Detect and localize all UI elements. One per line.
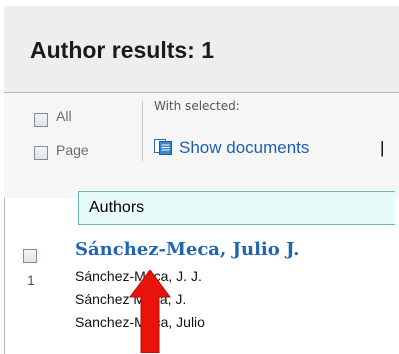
results-panel-content: Author results: 1 All Page With selected…	[4, 6, 399, 353]
select-all-checkbox[interactable]	[34, 113, 48, 127]
with-selected-label: With selected:	[154, 99, 240, 113]
documents-icon[interactable]	[154, 139, 172, 155]
authors-column-header[interactable]: Authors	[78, 191, 395, 225]
result-number: 1	[27, 272, 35, 288]
select-all-label: All	[56, 108, 72, 124]
show-documents-link[interactable]: Show documents	[179, 138, 309, 158]
red-arrow-icon	[129, 270, 171, 353]
page-title: Author results: 1	[30, 37, 215, 63]
toolbar-divider	[142, 101, 143, 161]
select-page-checkbox[interactable]	[34, 146, 48, 160]
toolbar-pipe-separator: |	[380, 138, 385, 157]
author-name-link[interactable]: Sánchez-Meca, Julio J.	[75, 239, 299, 260]
result-checkbox[interactable]	[23, 249, 37, 263]
authors-column-label: Authors	[89, 199, 145, 216]
results-header: Author results: 1	[4, 6, 399, 93]
select-page-label: Page	[56, 142, 89, 158]
